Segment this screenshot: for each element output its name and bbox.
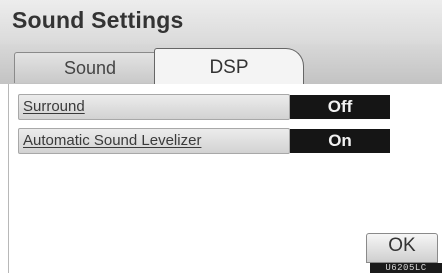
ok-button[interactable]: OK — [366, 233, 438, 263]
page-title: Sound Settings — [12, 7, 184, 33]
tab-sound[interactable]: Sound — [14, 52, 166, 83]
surround-button[interactable]: Surround — [18, 94, 290, 120]
document-code: U6205LC — [370, 263, 442, 273]
sound-settings-screen: Sound Settings Sound DSP Surround Off Au… — [0, 0, 442, 273]
title-bar: Sound Settings — [0, 0, 442, 45]
automatic-sound-levelizer-status: On — [290, 129, 390, 153]
automatic-sound-levelizer-button[interactable]: Automatic Sound Levelizer — [18, 128, 290, 154]
surround-status: Off — [290, 95, 390, 119]
tab-dsp[interactable]: DSP — [154, 48, 304, 85]
